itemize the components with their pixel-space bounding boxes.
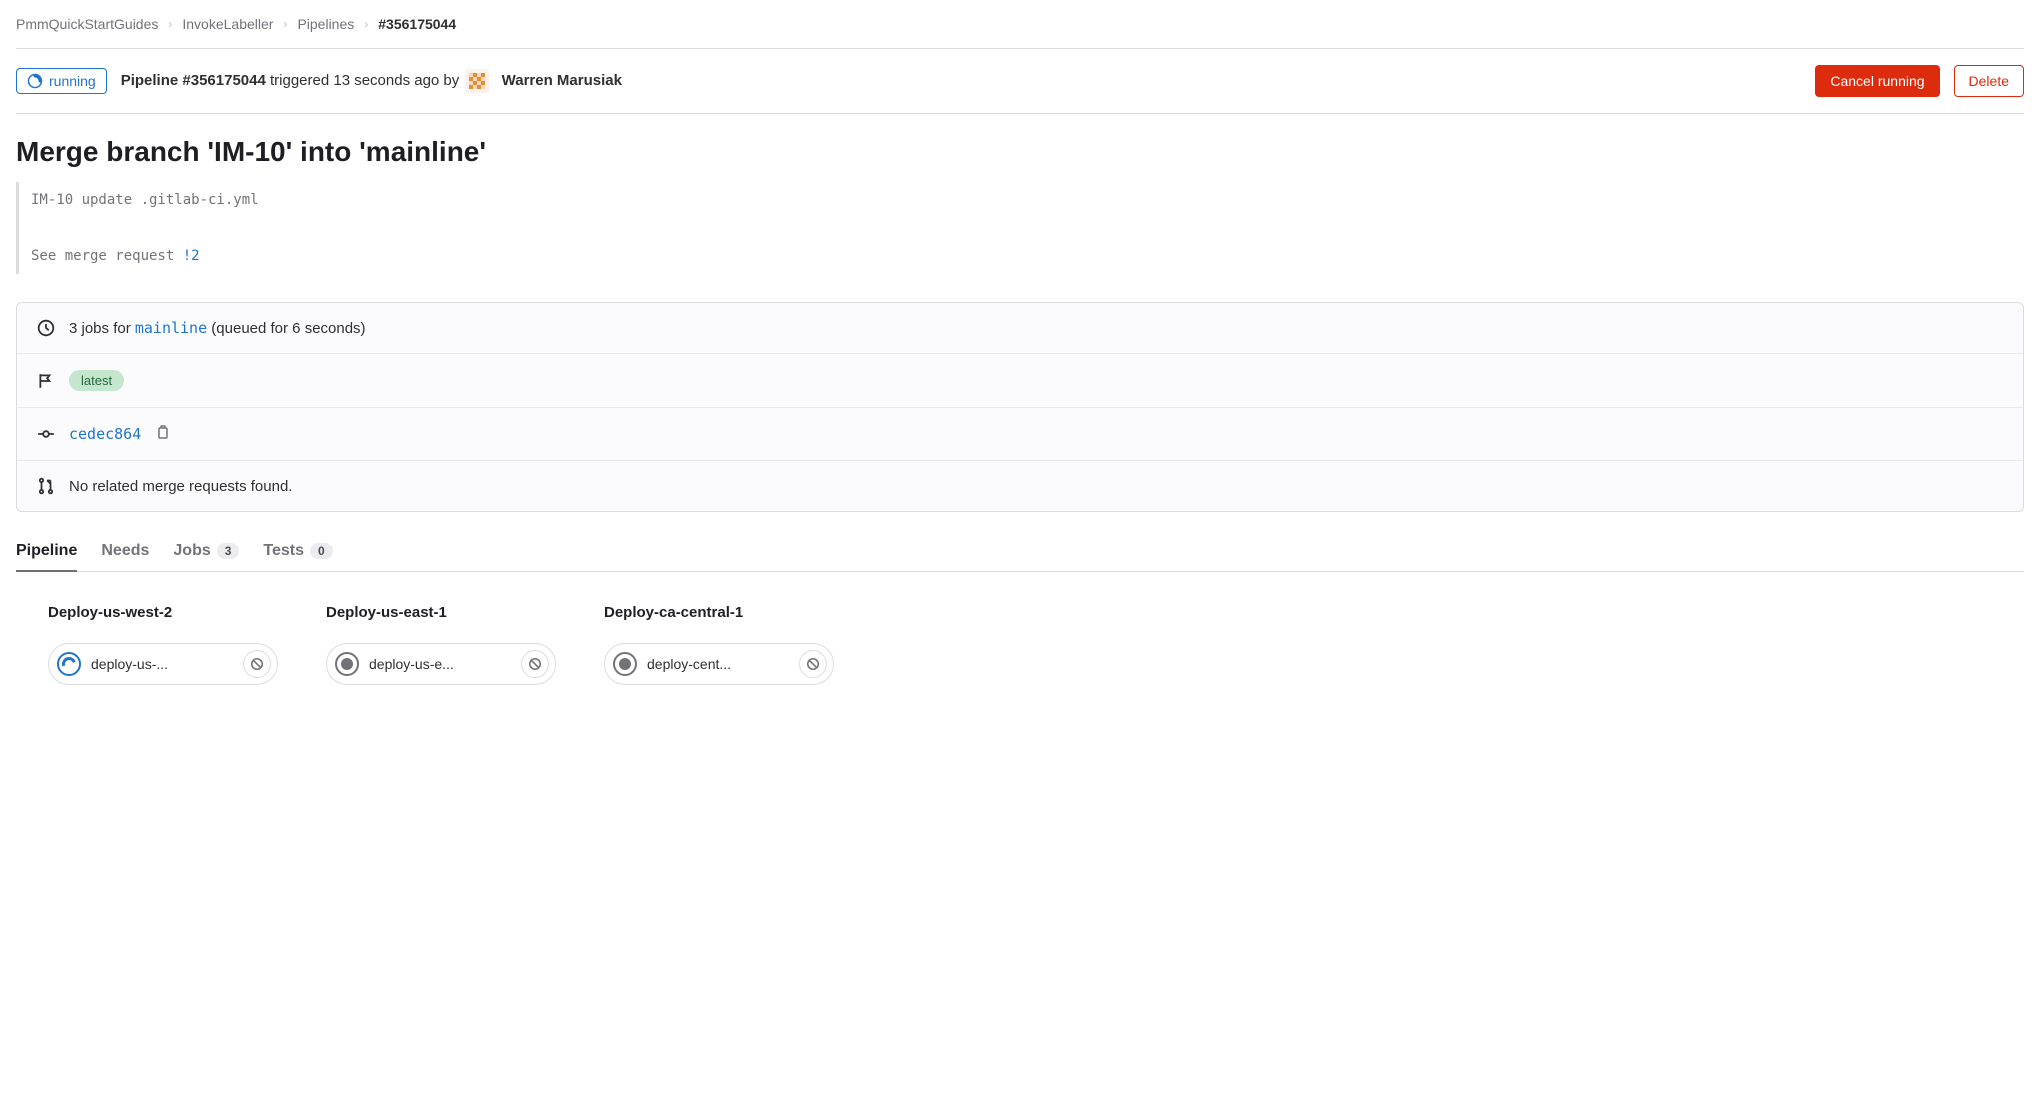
pipeline-header: running Pipeline #356175044 triggered 13… bbox=[16, 49, 2024, 114]
stage-title: Deploy-us-west-2 bbox=[48, 604, 278, 621]
stage-title: Deploy-us-east-1 bbox=[326, 604, 556, 621]
triggered-text: triggered 13 seconds ago by bbox=[266, 72, 464, 89]
info-row-commit: cedec864 bbox=[17, 408, 2023, 461]
tab-count: 0 bbox=[310, 543, 333, 559]
avatar[interactable] bbox=[465, 69, 489, 93]
commit-message: IM-10 update .gitlab-ci.yml See merge re… bbox=[16, 182, 2024, 274]
pipeline-stages: Deploy-us-west-2 deploy-us-... Deploy-us… bbox=[16, 596, 2024, 685]
user-name[interactable]: Warren Marusiak bbox=[502, 72, 622, 89]
job-name: deploy-us-... bbox=[91, 656, 233, 672]
page-title: Merge branch 'IM-10' into 'mainline' bbox=[16, 136, 2024, 168]
chevron-right-icon: › bbox=[364, 17, 368, 31]
job-name: deploy-us-e... bbox=[369, 656, 511, 672]
job-cancel-button[interactable] bbox=[243, 650, 271, 678]
pipeline-description: Pipeline #356175044 triggered 13 seconds… bbox=[121, 69, 1802, 93]
job-pill[interactable]: deploy-us-... bbox=[48, 643, 278, 685]
job-status-pending-icon bbox=[335, 652, 359, 676]
copy-icon[interactable] bbox=[155, 424, 171, 444]
job-name: deploy-cent... bbox=[647, 656, 789, 672]
status-badge-running[interactable]: running bbox=[16, 68, 107, 94]
job-pill[interactable]: deploy-us-e... bbox=[326, 643, 556, 685]
merge-request-status: No related merge requests found. bbox=[69, 478, 292, 495]
info-row-jobs: 3 jobs for mainline (queued for 6 second… bbox=[17, 303, 2023, 354]
tab-pipeline[interactable]: Pipeline bbox=[16, 532, 77, 572]
running-icon bbox=[27, 73, 43, 89]
job-pill[interactable]: deploy-cent... bbox=[604, 643, 834, 685]
status-label: running bbox=[49, 73, 96, 89]
job-cancel-button[interactable] bbox=[521, 650, 549, 678]
chevron-right-icon: › bbox=[283, 17, 287, 31]
merge-request-icon bbox=[37, 477, 55, 495]
clock-icon bbox=[37, 319, 55, 337]
stage-title: Deploy-ca-central-1 bbox=[604, 604, 834, 621]
pipeline-info-panel: 3 jobs for mainline (queued for 6 second… bbox=[16, 302, 2024, 512]
tab-jobs[interactable]: Jobs 3 bbox=[173, 532, 239, 572]
breadcrumb-item[interactable]: InvokeLabeller bbox=[182, 16, 273, 32]
delete-button[interactable]: Delete bbox=[1954, 65, 2024, 97]
commit-icon bbox=[37, 425, 55, 443]
flag-icon bbox=[37, 372, 55, 390]
breadcrumb-current: #356175044 bbox=[378, 16, 456, 32]
tab-count: 3 bbox=[217, 543, 240, 559]
breadcrumb-item[interactable]: Pipelines bbox=[297, 16, 354, 32]
tabs: Pipeline Needs Jobs 3 Tests 0 bbox=[16, 532, 2024, 572]
job-status-pending-icon bbox=[613, 652, 637, 676]
branch-link[interactable]: mainline bbox=[135, 319, 207, 337]
cancel-running-button[interactable]: Cancel running bbox=[1815, 65, 1939, 97]
breadcrumb: PmmQuickStartGuides › InvokeLabeller › P… bbox=[16, 16, 2024, 49]
job-cancel-button[interactable] bbox=[799, 650, 827, 678]
stage-column: Deploy-us-west-2 deploy-us-... bbox=[48, 604, 278, 685]
merge-request-link[interactable]: !2 bbox=[183, 248, 200, 264]
stage-column: Deploy-us-east-1 deploy-us-e... bbox=[326, 604, 556, 685]
tab-needs[interactable]: Needs bbox=[101, 532, 149, 572]
tag-badge-latest[interactable]: latest bbox=[69, 370, 124, 391]
pipeline-id: Pipeline #356175044 bbox=[121, 72, 266, 89]
commit-msg-line: IM-10 update .gitlab-ci.yml bbox=[31, 186, 2024, 214]
job-status-running-icon bbox=[57, 652, 81, 676]
chevron-right-icon: › bbox=[168, 17, 172, 31]
info-row-tags: latest bbox=[17, 354, 2023, 408]
info-row-merge-requests: No related merge requests found. bbox=[17, 461, 2023, 511]
breadcrumb-item[interactable]: PmmQuickStartGuides bbox=[16, 16, 158, 32]
commit-msg-line: See merge request !2 bbox=[31, 242, 2024, 270]
commit-sha-link[interactable]: cedec864 bbox=[69, 425, 141, 443]
stage-column: Deploy-ca-central-1 deploy-cent... bbox=[604, 604, 834, 685]
tab-tests[interactable]: Tests 0 bbox=[263, 532, 332, 572]
